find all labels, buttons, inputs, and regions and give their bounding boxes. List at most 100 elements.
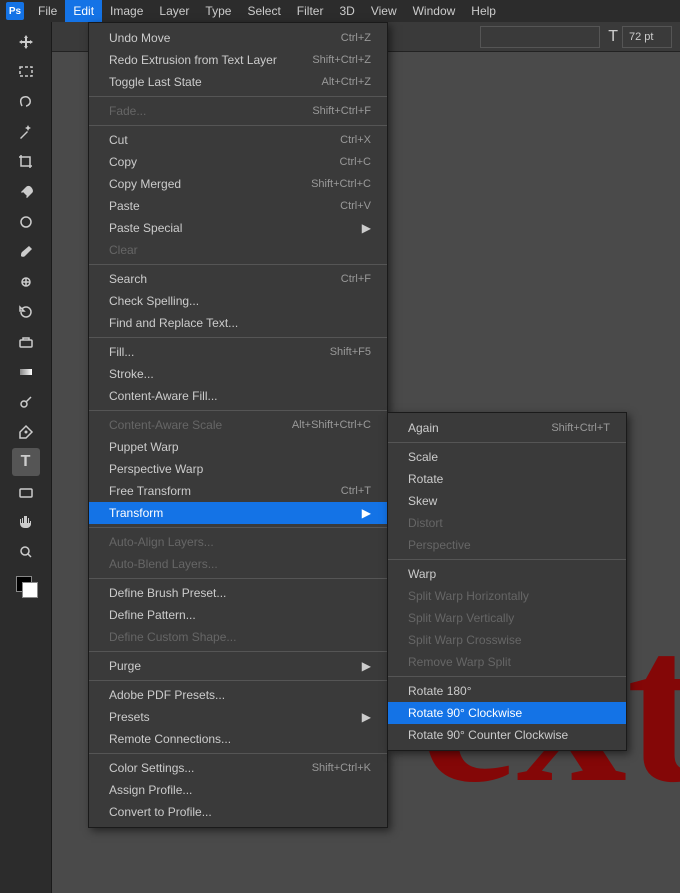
font-selector[interactable] [480, 26, 600, 48]
tool-marquee[interactable] [12, 58, 40, 86]
transform-split-warp-h[interactable]: Split Warp Horizontally [388, 585, 626, 607]
tool-move[interactable] [12, 28, 40, 56]
menu-convert-profile[interactable]: Convert to Profile... [89, 801, 387, 823]
font-size-input[interactable]: 72 pt [622, 26, 672, 48]
edit-menu: Undo Move Ctrl+Z Redo Extrusion from Tex… [88, 22, 388, 828]
tool-brush[interactable] [12, 238, 40, 266]
tool-dodge[interactable] [12, 388, 40, 416]
sep7 [89, 578, 387, 579]
menu-perspective-warp[interactable]: Perspective Warp [89, 458, 387, 480]
menu-define-shape[interactable]: Define Custom Shape... [89, 626, 387, 648]
transform-distort[interactable]: Distort [388, 512, 626, 534]
menu-paste[interactable]: Paste Ctrl+V [89, 195, 387, 217]
menu-redo[interactable]: Redo Extrusion from Text Layer Shift+Ctr… [89, 49, 387, 71]
menu-3d[interactable]: 3D [331, 0, 362, 22]
menu-window[interactable]: Window [405, 0, 464, 22]
tool-gradient[interactable] [12, 358, 40, 386]
menu-auto-blend[interactable]: Auto-Blend Layers... [89, 553, 387, 575]
menu-undo[interactable]: Undo Move Ctrl+Z [89, 27, 387, 49]
menu-copy-merged[interactable]: Copy Merged Shift+Ctrl+C [89, 173, 387, 195]
menu-stroke[interactable]: Stroke... [89, 363, 387, 385]
transform-split-warp-cross[interactable]: Split Warp Crosswise [388, 629, 626, 651]
tsep3 [388, 676, 626, 677]
transform-perspective[interactable]: Perspective [388, 534, 626, 556]
menu-toggle-last-state[interactable]: Toggle Last State Alt+Ctrl+Z [89, 71, 387, 93]
tool-eraser[interactable] [12, 328, 40, 356]
transform-rotate[interactable]: Rotate [388, 468, 626, 490]
menu-content-aware-fill[interactable]: Content-Aware Fill... [89, 385, 387, 407]
dropdown-container: Undo Move Ctrl+Z Redo Extrusion from Tex… [88, 22, 388, 828]
menu-puppet-warp[interactable]: Puppet Warp [89, 436, 387, 458]
menu-file[interactable]: File [30, 0, 65, 22]
menu-define-pattern[interactable]: Define Pattern... [89, 604, 387, 626]
transform-remove-warp-split[interactable]: Remove Warp Split [388, 651, 626, 673]
sep5 [89, 410, 387, 411]
transform-split-warp-v[interactable]: Split Warp Vertically [388, 607, 626, 629]
tsep1 [388, 442, 626, 443]
tool-eyedropper[interactable] [12, 178, 40, 206]
menu-filter[interactable]: Filter [289, 0, 332, 22]
menu-purge[interactable]: Purge ▶ [89, 655, 387, 677]
menu-view[interactable]: View [363, 0, 405, 22]
transform-rotate-180[interactable]: Rotate 180° [388, 680, 626, 702]
menu-find-replace[interactable]: Find and Replace Text... [89, 312, 387, 334]
menu-help[interactable]: Help [463, 0, 504, 22]
tool-healing[interactable] [12, 208, 40, 236]
transform-rotate-90cw[interactable]: Rotate 90° Clockwise [388, 702, 626, 724]
tool-shape[interactable] [12, 478, 40, 506]
tool-clone[interactable] [12, 268, 40, 296]
menu-transform[interactable]: Transform ▶ [89, 502, 387, 524]
menu-type[interactable]: Type [197, 0, 239, 22]
transform-skew[interactable]: Skew [388, 490, 626, 512]
menu-image[interactable]: Image [102, 0, 151, 22]
tool-pen[interactable] [12, 418, 40, 446]
menu-assign-profile[interactable]: Assign Profile... [89, 779, 387, 801]
tool-magic-wand[interactable] [12, 118, 40, 146]
tool-crop[interactable] [12, 148, 40, 176]
sep6 [89, 527, 387, 528]
tool-hand[interactable] [12, 508, 40, 536]
menu-select[interactable]: Select [239, 0, 288, 22]
menu-presets[interactable]: Presets ▶ [89, 706, 387, 728]
sep8 [89, 651, 387, 652]
menu-clear[interactable]: Clear [89, 239, 387, 261]
sep4 [89, 337, 387, 338]
transform-rotate-90ccw[interactable]: Rotate 90° Counter Clockwise [388, 724, 626, 746]
fg-bg-colors[interactable] [12, 572, 40, 600]
ps-icon: Ps [6, 2, 24, 20]
menu-search[interactable]: Search Ctrl+F [89, 268, 387, 290]
menu-layer[interactable]: Layer [151, 0, 197, 22]
ps-logo: Ps [4, 0, 26, 22]
menu-check-spelling[interactable]: Check Spelling... [89, 290, 387, 312]
bg-color[interactable] [22, 582, 38, 598]
tool-zoom[interactable] [12, 538, 40, 566]
transform-warp[interactable]: Warp [388, 563, 626, 585]
toolbar: T [0, 22, 52, 893]
transform-again[interactable]: Again Shift+Ctrl+T [388, 417, 626, 439]
menu-fill[interactable]: Fill... Shift+F5 [89, 341, 387, 363]
menu-cut[interactable]: Cut Ctrl+X [89, 129, 387, 151]
sep9 [89, 680, 387, 681]
tool-history[interactable] [12, 298, 40, 326]
menu-free-transform[interactable]: Free Transform Ctrl+T [89, 480, 387, 502]
menu-content-aware-scale[interactable]: Content-Aware Scale Alt+Shift+Ctrl+C [89, 414, 387, 436]
font-size-icon: T [608, 28, 618, 46]
sep2 [89, 125, 387, 126]
font-size-area: T 72 pt [608, 26, 672, 48]
menu-define-brush[interactable]: Define Brush Preset... [89, 582, 387, 604]
sep3 [89, 264, 387, 265]
menu-remote-connections[interactable]: Remote Connections... [89, 728, 387, 750]
sep10 [89, 753, 387, 754]
menu-color-settings[interactable]: Color Settings... Shift+Ctrl+K [89, 757, 387, 779]
menu-paste-special[interactable]: Paste Special ▶ [89, 217, 387, 239]
sep1 [89, 96, 387, 97]
menu-fade[interactable]: Fade... Shift+Ctrl+F [89, 100, 387, 122]
tool-lasso[interactable] [12, 88, 40, 116]
transform-submenu: Again Shift+Ctrl+T Scale Rotate Skew Dis… [387, 412, 627, 751]
menu-auto-align[interactable]: Auto-Align Layers... [89, 531, 387, 553]
menu-adobe-pdf[interactable]: Adobe PDF Presets... [89, 684, 387, 706]
menu-copy[interactable]: Copy Ctrl+C [89, 151, 387, 173]
menu-edit[interactable]: Edit [65, 0, 102, 22]
tool-text[interactable]: T [12, 448, 40, 476]
transform-scale[interactable]: Scale [388, 446, 626, 468]
